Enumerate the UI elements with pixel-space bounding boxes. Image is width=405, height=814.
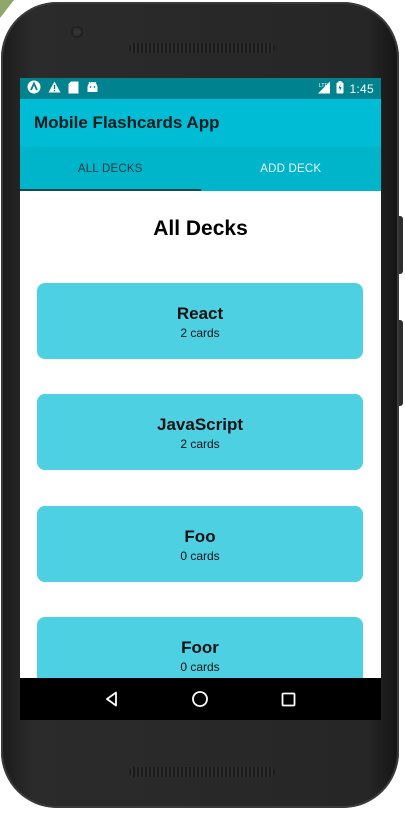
status-time: 1:45 (349, 81, 374, 96)
deck-card-count: 2 cards (180, 436, 220, 451)
deck-title: Foor (181, 637, 219, 657)
battery-icon (336, 80, 344, 97)
deck-title: React (176, 303, 224, 323)
home-icon[interactable] (182, 681, 218, 717)
deck-title: JavaScript (157, 414, 243, 434)
device-screen: LTE 1:45 Mobile Flashcards App ALL DECKS… (20, 78, 381, 720)
app-a-icon (27, 80, 41, 97)
tab-add-deck[interactable]: ADD DECK (201, 147, 382, 191)
tab-bar: ALL DECKS ADD DECK (20, 147, 381, 191)
top-speaker (129, 43, 275, 53)
deck-card-foo[interactable]: Foo 0 cards (37, 506, 363, 582)
page-title: All Decks (153, 217, 248, 240)
svg-text:LTE: LTE (319, 83, 328, 89)
sd-card-icon (68, 81, 79, 97)
tab-all-decks[interactable]: ALL DECKS (20, 147, 201, 191)
app-bar: Mobile Flashcards App (20, 99, 381, 147)
android-icon (86, 81, 99, 96)
warning-icon (48, 81, 61, 96)
app-title: Mobile Flashcards App (34, 113, 220, 132)
deck-card-count: 0 cards (180, 548, 220, 563)
status-bar: LTE 1:45 (20, 78, 381, 99)
deck-list-view: All Decks React 2 cards JavaScript 2 car… (20, 191, 381, 693)
signal-icon: LTE (317, 81, 331, 97)
deck-card-javascript[interactable]: JavaScript 2 cards (37, 394, 363, 470)
volume-button (399, 216, 403, 274)
front-camera (73, 28, 81, 36)
deck-card-react[interactable]: React 2 cards (37, 283, 363, 359)
deck-title: Foo (184, 526, 216, 546)
deck-card-count: 0 cards (180, 659, 220, 674)
back-icon[interactable] (94, 681, 130, 717)
system-nav-bar (20, 678, 381, 720)
power-button (399, 320, 403, 406)
corner-decoration (0, 0, 14, 18)
recents-icon[interactable] (271, 681, 307, 717)
bottom-speaker (129, 767, 275, 777)
deck-card-count: 2 cards (180, 325, 220, 340)
